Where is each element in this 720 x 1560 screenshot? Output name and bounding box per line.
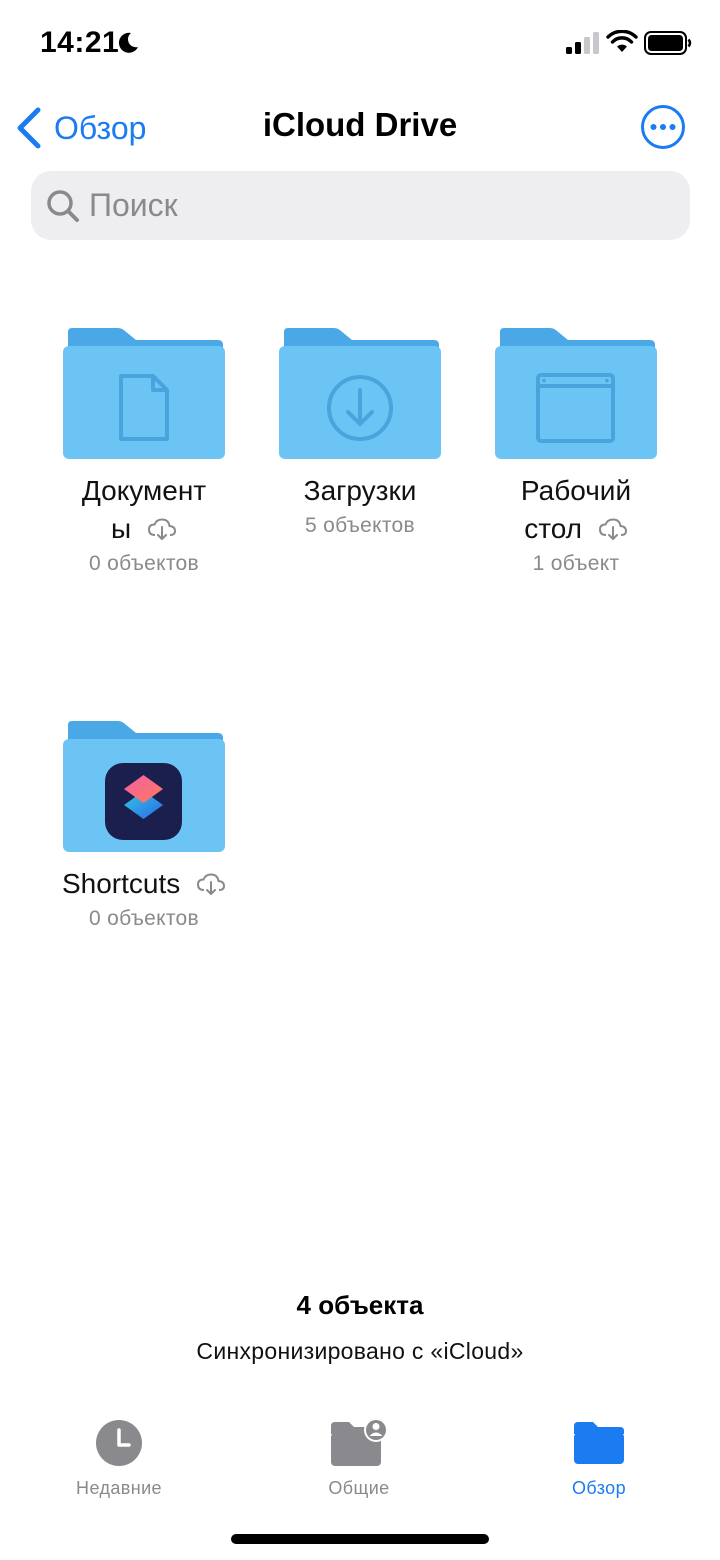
folder-item-count: 0 объектов: [89, 552, 199, 575]
folder-name-line1: Рабочий: [520, 475, 632, 506]
item-count-summary: 4 объекта: [296, 1290, 424, 1320]
folder-icon: [63, 328, 225, 459]
tab-label: Недавние: [76, 1478, 162, 1498]
clock-icon: [96, 1420, 142, 1466]
cloud-download-icon[interactable]: [598, 518, 628, 540]
folder-icon: [495, 328, 657, 459]
folder-downloads[interactable]: Загрузки 5 объектов: [250, 328, 470, 538]
folder-item-count: 0 объектов: [89, 907, 199, 930]
tab-shared[interactable]: Общие: [259, 1416, 459, 1499]
page-title: iCloud Drive: [262, 106, 458, 143]
search-input[interactable]: [89, 187, 649, 224]
folder-item-count: 5 объектов: [305, 514, 415, 537]
folder-name-line1: Документ: [81, 475, 207, 506]
folder-icon: [279, 328, 441, 459]
chevron-left-icon: [17, 107, 41, 149]
folder-name: Документ ы: [34, 472, 254, 548]
tab-browse[interactable]: Обзор: [499, 1416, 699, 1499]
shortcuts-app-icon: [105, 763, 182, 840]
cloud-download-icon[interactable]: [196, 873, 226, 895]
folder-desktop[interactable]: Рабочий стол 1 объект: [466, 328, 686, 576]
wifi-icon: [606, 30, 638, 52]
moon-icon: [118, 32, 138, 53]
status-bar: 14:21: [0, 0, 720, 90]
folder-item-count: 1 объект: [532, 552, 620, 575]
folder-shortcuts[interactable]: Shortcuts 0 объектов: [34, 721, 254, 931]
cellular-signal-icon: [566, 32, 599, 54]
folder-name-line1: Загрузки: [303, 475, 417, 506]
folder-name-line1: Shortcuts: [61, 868, 181, 899]
tab-label: Общие: [328, 1478, 390, 1498]
home-indicator[interactable]: [231, 1534, 489, 1544]
battery-icon: [644, 31, 692, 55]
folder-name-line2: стол: [524, 513, 583, 544]
status-time: 14:21: [40, 26, 120, 59]
search-icon: [47, 189, 79, 222]
more-options-icon[interactable]: [640, 104, 686, 150]
folder-documents[interactable]: Документ ы 0 объектов: [34, 328, 254, 576]
folder-name: Загрузки: [250, 472, 470, 510]
back-button-label: Обзор: [54, 109, 147, 146]
folder-name: Shortcuts: [34, 865, 254, 903]
tab-recents[interactable]: Недавние: [19, 1416, 219, 1499]
shared-folder-icon: [331, 1418, 388, 1466]
back-button[interactable]: Обзор: [14, 100, 146, 156]
folder-name-line2: ы: [111, 513, 132, 544]
folder-icon: [574, 1422, 624, 1464]
search-bar[interactable]: [31, 171, 690, 240]
cloud-download-icon[interactable]: [147, 518, 177, 540]
tab-label: Обзор: [572, 1478, 626, 1498]
folder-icon: [63, 721, 225, 852]
sync-status: Синхронизировано с «iCloud»: [196, 1338, 524, 1364]
folder-name: Рабочий стол: [466, 472, 686, 548]
